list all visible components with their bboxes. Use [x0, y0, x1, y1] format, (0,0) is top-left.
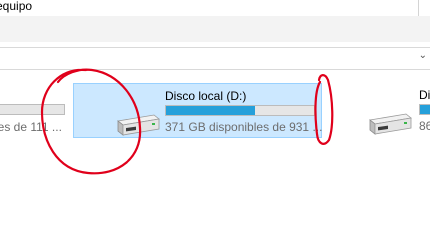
drive-free-space: les de 111 ...	[0, 120, 62, 134]
drive-usage-bar	[419, 104, 430, 115]
drive-item-c[interactable]: les de 111 ...	[0, 83, 70, 139]
drive-usage-bar	[165, 105, 315, 116]
hard-drive-icon	[117, 114, 160, 136]
drive-item-d[interactable]: Disco local (D:) 371 GB disponibles de 9…	[73, 83, 322, 138]
drive-usage-fill	[420, 105, 430, 114]
drive-free-space: 86	[419, 119, 430, 133]
drive-usage-bar	[0, 104, 65, 115]
title-bar: equipo	[0, 0, 430, 16]
ribbon-strip	[0, 16, 430, 42]
address-bar[interactable]: ⌄	[0, 47, 430, 70]
drive-item-e[interactable]: Di 86	[360, 83, 430, 139]
hard-drive-icon	[369, 113, 412, 135]
title-divider	[418, 0, 419, 16]
drive-free-space: 371 GB disponibles de 931 ...	[165, 120, 323, 134]
drive-name: Di	[419, 88, 430, 102]
window-title: equipo	[0, 0, 33, 13]
drive-name: Disco local (D:)	[165, 89, 247, 103]
drive-usage-fill	[166, 106, 255, 115]
address-dropdown-icon[interactable]: ⌄	[419, 50, 427, 61]
